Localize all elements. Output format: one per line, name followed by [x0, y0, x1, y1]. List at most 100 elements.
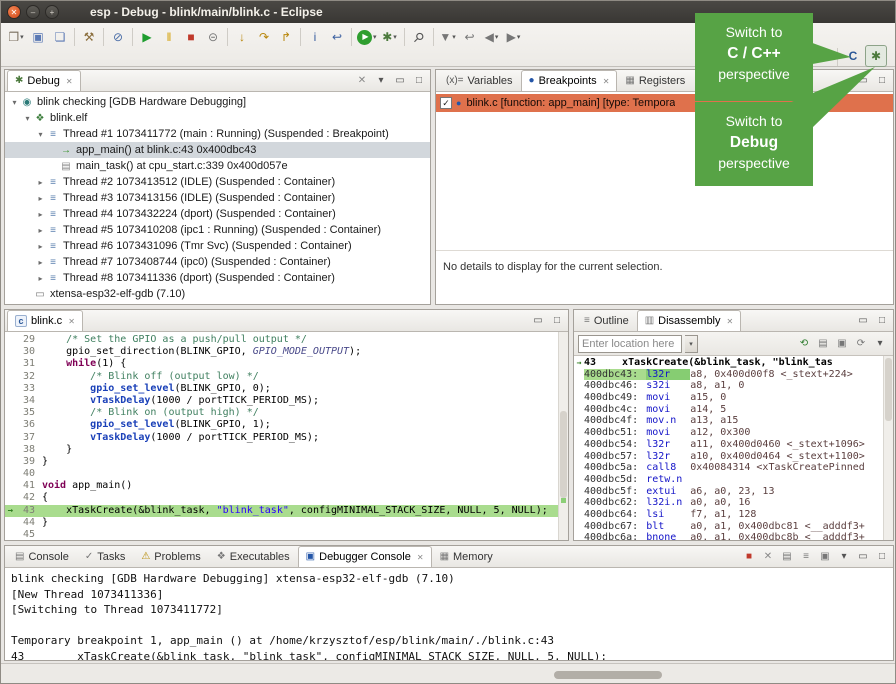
drop-to-frame-button[interactable]: ↩ — [326, 26, 348, 48]
debug-perspective-button[interactable]: ✱ — [865, 45, 887, 67]
disassembly-scrollbar[interactable] — [883, 356, 893, 540]
debug-tree-row[interactable]: ▾❖blink.elf — [5, 110, 430, 126]
display-selected-console-button[interactable]: ▾ — [835, 548, 853, 566]
disassembly-source-line[interactable]: →43xTaskCreate(&blink_task, "blink_tas — [574, 357, 883, 369]
debug-tree-row[interactable]: ▭xtensa-esp32-elf-gdb (7.10) — [5, 286, 430, 302]
debug-tree-row[interactable]: ▸≡Thread #7 1073408744 (ipc0) (Suspended… — [5, 254, 430, 270]
refresh-button[interactable]: ⟳ — [852, 335, 870, 353]
tab-executables[interactable]: ❖Executables — [209, 546, 298, 567]
build-button[interactable]: ⚒ — [78, 26, 100, 48]
editor-scrollbar-thumb[interactable] — [560, 411, 567, 498]
last-edit-location-button[interactable]: ↩ — [459, 26, 481, 48]
code-line[interactable]: 42{ — [5, 492, 558, 504]
save-button[interactable]: ▣ — [27, 26, 49, 48]
code-line[interactable]: 39} — [5, 456, 558, 468]
editor-content[interactable]: 29 /* Set the GPIO as a push/pull output… — [5, 332, 568, 540]
tab-tasks[interactable]: ✓Tasks — [77, 546, 134, 567]
tab-outline[interactable]: ≡Outline — [576, 310, 637, 331]
expander-icon[interactable]: ▸ — [35, 210, 46, 219]
code-line[interactable]: 44} — [5, 517, 558, 529]
forward-button[interactable]: ▶▾ — [503, 26, 525, 48]
disassembly-line[interactable]: 400dbc49:movia15, 0 — [574, 392, 883, 404]
code-line[interactable]: 41void app_main() — [5, 480, 558, 492]
close-icon[interactable]: ✕ — [68, 317, 75, 326]
code-line[interactable]: 38 } — [5, 444, 558, 456]
step-return-button[interactable]: ↱ — [275, 26, 297, 48]
resume-button[interactable]: ▶ — [136, 26, 158, 48]
close-button[interactable]: ✕ — [7, 5, 21, 19]
debug-tree-row[interactable]: →app_main() at blink.c:43 0x400dbc43 — [5, 142, 430, 158]
maximize-button[interactable]: □ — [873, 548, 891, 566]
terminate-button[interactable]: ■ — [740, 548, 758, 566]
instruction-stepping-button[interactable]: i — [304, 26, 326, 48]
disassembly-line[interactable]: 400dbc4c:movia14, 5 — [574, 404, 883, 416]
expander-icon[interactable]: ▾ — [9, 98, 20, 107]
debug-tree-row[interactable]: ▸≡Thread #8 1073411336 (dport) (Suspende… — [5, 270, 430, 286]
disassembly-line[interactable]: 400dbc46:s32ia8, a1, 0 — [574, 380, 883, 392]
maximize-button[interactable]: □ — [548, 312, 566, 330]
sync-with-debug-view-button[interactable]: ⟲ — [795, 335, 813, 353]
code-line[interactable]: 45 — [5, 529, 558, 540]
expander-icon[interactable]: ▸ — [35, 226, 46, 235]
forward-dropdown-icon[interactable]: ▾ — [517, 33, 521, 41]
debug-button[interactable]: ✱▾ — [379, 26, 401, 48]
tab-disassembly[interactable]: ▥Disassembly✕ — [637, 310, 742, 331]
new-wizard-button[interactable]: ❐▾ — [5, 26, 27, 48]
tab-debugger-console[interactable]: ▣Debugger Console✕ — [298, 546, 432, 567]
close-icon[interactable]: ✕ — [603, 77, 610, 86]
maximize-button[interactable]: + — [45, 5, 59, 19]
cpp-perspective-button[interactable]: C — [842, 45, 864, 67]
debug-tree-row[interactable]: ▸≡Thread #5 1073410208 (ipc1 : Running) … — [5, 222, 430, 238]
remove-launch-button[interactable]: ✕ — [759, 548, 777, 566]
back-dropdown-icon[interactable]: ▾ — [495, 33, 499, 41]
maximize-button[interactable]: □ — [873, 72, 891, 90]
tab-blink-c[interactable]: cblink.c✕ — [7, 310, 83, 331]
view-menu-button[interactable]: ▾ — [372, 72, 390, 90]
debug-tree-row[interactable]: ▾≡Thread #1 1073411772 (main : Running) … — [5, 126, 430, 142]
tab-console[interactable]: ▤Console — [7, 546, 77, 567]
close-icon[interactable]: ✕ — [417, 553, 424, 562]
maximize-button[interactable]: □ — [873, 312, 891, 330]
save-all-button[interactable]: ❏ — [49, 26, 71, 48]
code-line[interactable]: 29 /* Set the GPIO as a push/pull output… — [5, 334, 558, 346]
tab-problems[interactable]: ⚠Problems — [133, 546, 208, 567]
suspend-button[interactable]: ‖ — [158, 26, 180, 48]
disassembly-line[interactable]: 400dbc4f:mov.na13, a15 — [574, 415, 883, 427]
debug-tree-row[interactable]: ▤main_task() at cpu_start.c:339 0x400d05… — [5, 158, 430, 174]
breakpoint-row[interactable]: ✓ ● blink.c [function: app_main] [type: … — [436, 94, 893, 112]
code-line[interactable]: 30 gpio_set_direction(BLINK_GPIO, GPIO_M… — [5, 346, 558, 358]
disconnect-button[interactable]: ⊝ — [202, 26, 224, 48]
open-perspective-button[interactable]: ⊞ — [811, 45, 833, 67]
debug-tree-row[interactable]: ▸≡Thread #2 1073413512 (IDLE) (Suspended… — [5, 174, 430, 190]
show-source-button[interactable]: ▤ — [814, 335, 832, 353]
next-annotation-dropdown-icon[interactable]: ▾ — [452, 33, 456, 41]
expander-icon[interactable]: ▸ — [35, 242, 46, 251]
step-into-button[interactable]: ↓ — [231, 26, 253, 48]
minimize-button[interactable]: ▭ — [529, 312, 547, 330]
code-line[interactable]: →43 xTaskCreate(&blink_task, "blink_task… — [5, 505, 558, 517]
console-output[interactable]: blink checking [GDB Hardware Debugging] … — [5, 568, 893, 660]
minimize-button[interactable]: – — [26, 5, 40, 19]
horizontal-scrollbar-thumb[interactable] — [554, 671, 662, 679]
disassembly-line[interactable]: 400dbc67:blta0, a1, 0x400dbc81 <__adddf3… — [574, 521, 883, 533]
disassembly-line[interactable]: 400dbc5d:retw.n — [574, 474, 883, 486]
overview-ruler[interactable] — [558, 332, 568, 540]
minimize-button[interactable]: ▭ — [854, 312, 872, 330]
expander-icon[interactable]: ▸ — [35, 274, 46, 283]
debug-tree-row[interactable]: ▸≡Thread #6 1073431096 (Tmr Svc) (Suspen… — [5, 238, 430, 254]
code-line[interactable]: 31 while(1) { — [5, 358, 558, 370]
expander-icon[interactable]: ▸ — [35, 178, 46, 187]
code-line[interactable]: 35 /* Blink on (output high) */ — [5, 407, 558, 419]
run-button[interactable]: ▶▾ — [355, 26, 379, 48]
code-line[interactable]: 37 vTaskDelay(1000 / portTICK_PERIOD_MS)… — [5, 432, 558, 444]
checkbox-checked-icon[interactable]: ✓ — [440, 97, 452, 109]
back-button[interactable]: ◀▾ — [481, 26, 503, 48]
disassembly-scrollbar-thumb[interactable] — [885, 358, 892, 421]
chevron-down-icon[interactable]: ▾ — [685, 335, 698, 353]
view-menu-button[interactable]: ▾ — [871, 335, 889, 353]
minimize-button[interactable]: ▭ — [854, 72, 872, 90]
expander-icon[interactable]: ▾ — [35, 130, 46, 139]
expander-icon[interactable]: ▸ — [35, 258, 46, 267]
code-line[interactable]: 40 — [5, 468, 558, 480]
code-line[interactable]: 34 vTaskDelay(1000 / portTICK_PERIOD_MS)… — [5, 395, 558, 407]
